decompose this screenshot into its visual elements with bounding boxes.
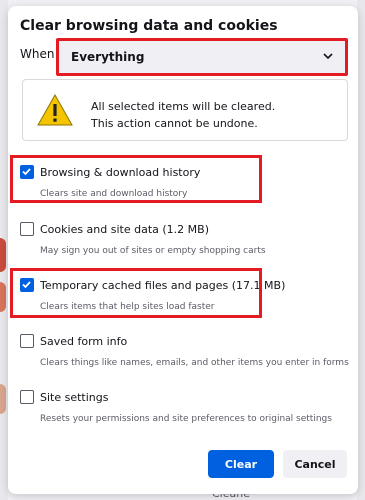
warning-box: All selected items will be cleared. This… (22, 79, 348, 141)
cancel-button[interactable]: Cancel (283, 450, 347, 478)
warning-text-line2: This action cannot be undone. (91, 117, 258, 130)
clear-data-dialog: Clear browsing data and cookies When Eve… (8, 6, 358, 494)
checkbox-form-info[interactable] (20, 334, 34, 348)
chevron-down-icon (323, 53, 333, 60)
background-element (0, 384, 6, 414)
background-element (0, 282, 6, 312)
label-cookies[interactable]: Cookies and site data (1.2 MB) (40, 223, 209, 236)
desc-site-settings: Resets your permissions and site prefere… (40, 414, 332, 424)
time-range-value: Everything (71, 50, 145, 64)
label-form-info[interactable]: Saved form info (40, 335, 127, 348)
warning-text-line1: All selected items will be cleared. (91, 100, 276, 113)
desc-cookies: May sign you out of sites or empty shopp… (40, 246, 266, 256)
checkbox-site-settings[interactable] (20, 390, 34, 404)
label-site-settings[interactable]: Site settings (40, 391, 108, 404)
highlight-box (10, 268, 262, 318)
desc-form-info: Clears things like names, emails, and ot… (40, 358, 349, 368)
when-label: When (20, 47, 55, 61)
time-range-select[interactable]: Everything (56, 38, 348, 76)
background-element (0, 238, 6, 272)
highlight-box (10, 155, 262, 203)
warning-icon (37, 94, 73, 126)
clear-button[interactable]: Clear (208, 450, 274, 478)
dialog-title: Clear browsing data and cookies (20, 18, 278, 34)
checkbox-cookies[interactable] (20, 222, 34, 236)
background-page-right (357, 0, 365, 500)
